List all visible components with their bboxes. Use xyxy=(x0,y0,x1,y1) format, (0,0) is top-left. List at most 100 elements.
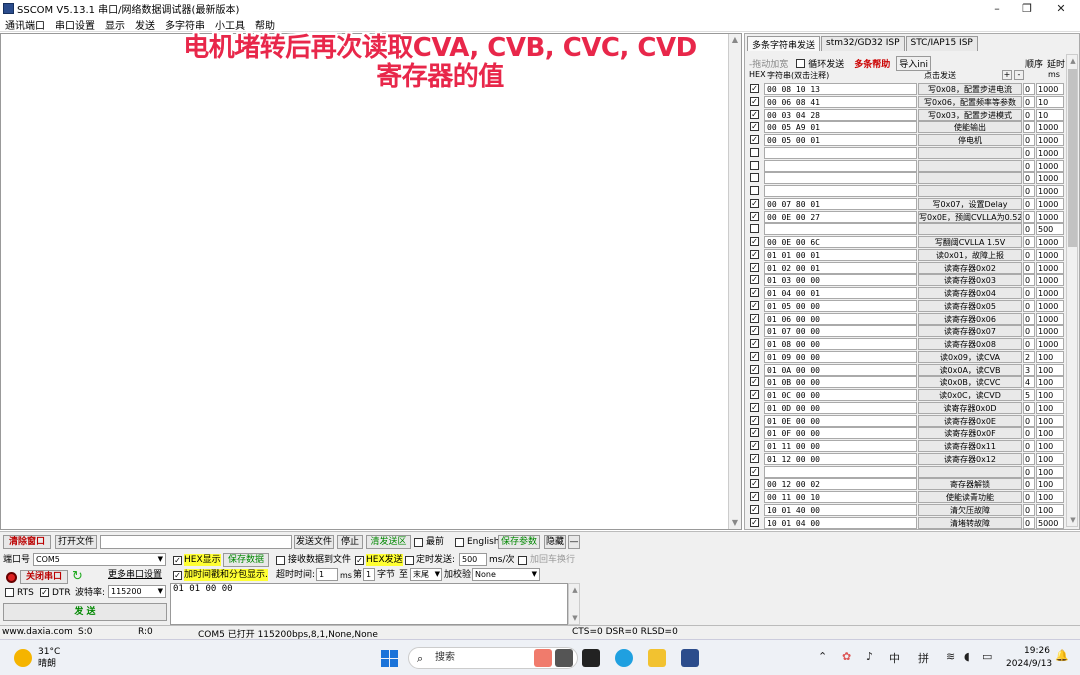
menu-display[interactable]: 显示 xyxy=(100,17,130,32)
multi-help-link[interactable]: 多条帮助 xyxy=(854,57,890,70)
row-send-button[interactable]: 读寄存器0x0E xyxy=(918,414,1022,427)
close-port-button[interactable]: 关闭串口 xyxy=(20,570,68,584)
row-send-button[interactable]: 读寄存器0x12 xyxy=(918,452,1022,465)
row-send-button[interactable]: 读0x0B，读CVC xyxy=(918,376,1022,389)
row-order-input[interactable]: 0 xyxy=(1023,248,1035,261)
row-delay-input[interactable]: 1000 xyxy=(1036,121,1064,134)
row-delay-input[interactable]: 1000 xyxy=(1036,210,1064,223)
refresh-icon[interactable]: ↻ xyxy=(72,569,83,584)
send-button[interactable]: 发 送 xyxy=(3,603,167,621)
row-send-button[interactable]: 写0x0E，预阈CVLLA为0.52 xyxy=(918,210,1022,223)
menu-multi-string[interactable]: 多字符串 xyxy=(160,17,210,32)
scroll-down-icon[interactable]: ▼ xyxy=(729,517,741,529)
row-hex-input[interactable]: 01 12 00 00 xyxy=(764,452,917,465)
row-hex-checkbox[interactable]: ✓ xyxy=(750,122,759,132)
row-order-input[interactable]: 0 xyxy=(1023,236,1035,248)
row-delay-input[interactable]: 100 xyxy=(1036,491,1064,503)
row-order-input[interactable]: 0 xyxy=(1023,261,1035,274)
row-order-input[interactable]: 0 xyxy=(1023,440,1035,452)
row-hex-input[interactable]: 01 08 00 00 xyxy=(764,338,917,350)
clock-time[interactable]: 19:26 xyxy=(1024,645,1050,657)
row-hex-checkbox[interactable]: ✓ xyxy=(750,237,759,246)
hex-show-checkbox[interactable]: ✓ xyxy=(173,556,182,565)
row-delay-input[interactable]: 100 xyxy=(1036,465,1064,478)
row-hex-input[interactable]: 00 11 00 10 xyxy=(764,491,917,503)
row-send-button[interactable]: 清堵转故障 xyxy=(918,516,1022,529)
row-delay-input[interactable]: 1000 xyxy=(1036,197,1064,210)
row-order-input[interactable]: 0 xyxy=(1023,274,1035,287)
row-delay-input[interactable]: 1000 xyxy=(1036,236,1064,248)
receive-scrollbar[interactable]: ▲ ▼ xyxy=(728,34,741,529)
ime-mode[interactable]: 中 xyxy=(889,650,900,666)
top-most-checkbox[interactable] xyxy=(414,538,423,547)
row-hex-input[interactable]: 01 05 00 00 xyxy=(764,299,917,312)
row-hex-input[interactable]: 00 07 80 01 xyxy=(764,197,917,210)
row-delay-input[interactable]: 1000 xyxy=(1036,338,1064,350)
menu-help[interactable]: 帮助 xyxy=(250,17,280,32)
rts-checkbox[interactable] xyxy=(5,588,14,597)
row-hex-input[interactable]: 01 0B 00 00 xyxy=(764,376,917,389)
row-send-button[interactable]: 读寄存器0x0D xyxy=(918,401,1022,414)
row-hex-input[interactable]: 00 0E 00 6C xyxy=(764,236,917,248)
open-file-button[interactable]: 打开文件 xyxy=(55,535,97,549)
scroll-up-icon[interactable]: ▲ xyxy=(569,584,581,596)
save-data-button[interactable]: 保存数据 xyxy=(223,553,269,567)
row-hex-checkbox[interactable]: ✓ xyxy=(750,96,759,106)
row-send-button[interactable] xyxy=(918,159,1022,172)
row-delay-input[interactable]: 500 xyxy=(1036,223,1064,236)
row-send-button[interactable] xyxy=(918,185,1022,197)
row-delay-input[interactable]: 100 xyxy=(1036,350,1064,363)
row-order-input[interactable]: 3 xyxy=(1023,363,1035,376)
edge-icon[interactable] xyxy=(615,649,633,667)
expand-handle[interactable]: -拖动加宽 xyxy=(749,57,788,70)
hex-send-checkbox[interactable]: ✓ xyxy=(355,556,364,565)
row-delay-input[interactable]: 1000 xyxy=(1036,299,1064,312)
row-order-input[interactable]: 5 xyxy=(1023,389,1035,401)
row-hex-input[interactable]: 01 02 00 01 xyxy=(764,261,917,274)
row-order-input[interactable]: 2 xyxy=(1023,350,1035,363)
row-hex-checkbox[interactable]: ✓ xyxy=(750,517,759,527)
clear-send-button[interactable]: 清发送区 xyxy=(366,535,411,549)
close-button[interactable]: ✕ xyxy=(1046,0,1076,17)
tray-app-icon[interactable]: ✿ xyxy=(842,650,851,663)
row-hex-input[interactable] xyxy=(764,172,917,185)
row-delay-input[interactable]: 100 xyxy=(1036,414,1064,427)
row-hex-checkbox[interactable]: ✓ xyxy=(750,351,759,361)
row-hex-input[interactable] xyxy=(764,223,917,236)
row-order-input[interactable]: 0 xyxy=(1023,312,1035,325)
row-hex-input[interactable]: 00 12 00 02 xyxy=(764,478,917,491)
row-delay-input[interactable]: 100 xyxy=(1036,389,1064,401)
app-icon-1[interactable] xyxy=(534,649,552,667)
row-hex-checkbox[interactable]: ✓ xyxy=(750,339,759,348)
row-hex-checkbox[interactable]: ✓ xyxy=(750,492,759,501)
row-hex-checkbox[interactable]: ✓ xyxy=(750,326,759,336)
baud-select[interactable]: 115200 ▼ xyxy=(108,585,166,598)
row-hex-input[interactable]: 00 05 A9 01 xyxy=(764,121,917,134)
volume-icon[interactable]: ◖ xyxy=(964,650,970,663)
tail-select[interactable]: 末尾 ▼ xyxy=(410,568,442,581)
menu-serial-settings[interactable]: 串口设置 xyxy=(50,17,100,32)
row-hex-input[interactable]: 01 0A 00 00 xyxy=(764,363,917,376)
row-hex-input[interactable]: 00 03 04 28 xyxy=(764,108,917,121)
row-hex-input[interactable]: 00 06 08 41 xyxy=(764,95,917,108)
row-send-button[interactable]: 写0x08，配置步进电流 xyxy=(918,83,1022,95)
row-hex-input[interactable]: 01 09 00 00 xyxy=(764,350,917,363)
file-path-input[interactable] xyxy=(100,535,292,549)
row-send-button[interactable]: 使能输出 xyxy=(918,121,1022,134)
row-hex-checkbox[interactable]: ✓ xyxy=(750,504,759,514)
row-delay-input[interactable]: 100 xyxy=(1036,503,1064,516)
row-order-input[interactable]: 0 xyxy=(1023,134,1035,146)
start-icon[interactable] xyxy=(381,650,398,667)
row-hex-checkbox[interactable]: ✓ xyxy=(750,441,759,450)
row-hex-checkbox[interactable] xyxy=(750,186,759,195)
stop-button[interactable]: 停止 xyxy=(337,535,363,549)
loop-send-checkbox[interactable] xyxy=(796,58,806,68)
row-hex-checkbox[interactable]: ✓ xyxy=(750,453,759,463)
row-send-button[interactable]: 读寄存器0x08 xyxy=(918,338,1022,350)
row-delay-input[interactable]: 1000 xyxy=(1036,325,1064,338)
row-order-input[interactable]: 0 xyxy=(1023,210,1035,223)
row-delay-input[interactable]: 100 xyxy=(1036,440,1064,452)
row-order-input[interactable]: 0 xyxy=(1023,299,1035,312)
row-delay-input[interactable]: 10 xyxy=(1036,108,1064,121)
row-delay-input[interactable]: 1000 xyxy=(1036,261,1064,274)
